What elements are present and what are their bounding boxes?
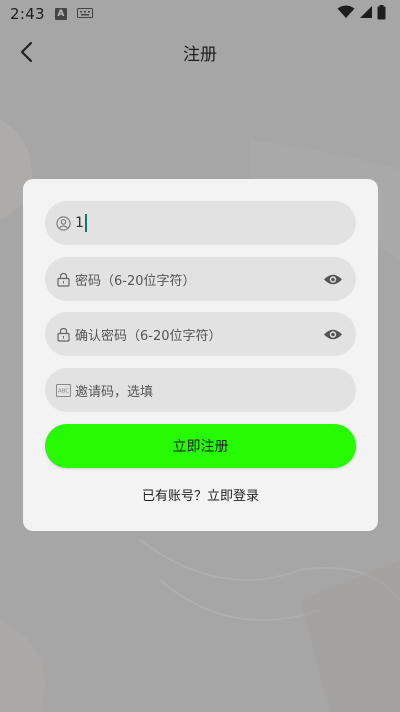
register-card: 1 密码（6-20位字符） 确认密码（6-20位字符） ABC 邀请码，选填 立… xyxy=(23,179,378,531)
confirm-password-input[interactable]: 确认密码（6-20位字符） xyxy=(75,325,322,344)
user-icon xyxy=(55,215,71,231)
keyboard-icon xyxy=(76,5,93,23)
page-title: 注册 xyxy=(183,44,217,65)
password-field[interactable]: 密码（6-20位字符） xyxy=(45,257,356,301)
abc-icon: ABC xyxy=(55,382,71,398)
status-time: 2:43 xyxy=(10,5,45,23)
eye-icon[interactable] xyxy=(322,271,344,287)
signal-icon xyxy=(359,5,373,23)
username-input[interactable]: 1 xyxy=(75,214,87,232)
lock-icon xyxy=(55,271,71,287)
confirm-password-field[interactable]: 确认密码（6-20位字符） xyxy=(45,312,356,356)
username-value: 1 xyxy=(75,215,84,231)
wifi-icon xyxy=(337,5,355,23)
password-input[interactable]: 密码（6-20位字符） xyxy=(75,270,322,289)
text-cursor xyxy=(84,214,87,232)
invite-code-field[interactable]: ABC 邀请码，选填 xyxy=(45,368,356,412)
svg-text:ABC: ABC xyxy=(57,388,68,394)
lock-icon xyxy=(55,326,71,342)
app-header: 注册 xyxy=(0,28,400,76)
back-button[interactable] xyxy=(10,36,42,68)
login-link[interactable]: 已有账号？立即登录 xyxy=(23,485,378,504)
invite-code-input[interactable]: 邀请码，选填 xyxy=(75,381,344,400)
battery-icon xyxy=(377,4,386,24)
status-bar: 2:43 A xyxy=(0,0,400,28)
eye-icon[interactable] xyxy=(322,326,344,342)
username-field[interactable]: 1 xyxy=(45,201,356,245)
chevron-left-icon xyxy=(20,41,33,63)
notification-a-icon: A xyxy=(54,8,67,20)
register-button[interactable]: 立即注册 xyxy=(45,424,356,468)
